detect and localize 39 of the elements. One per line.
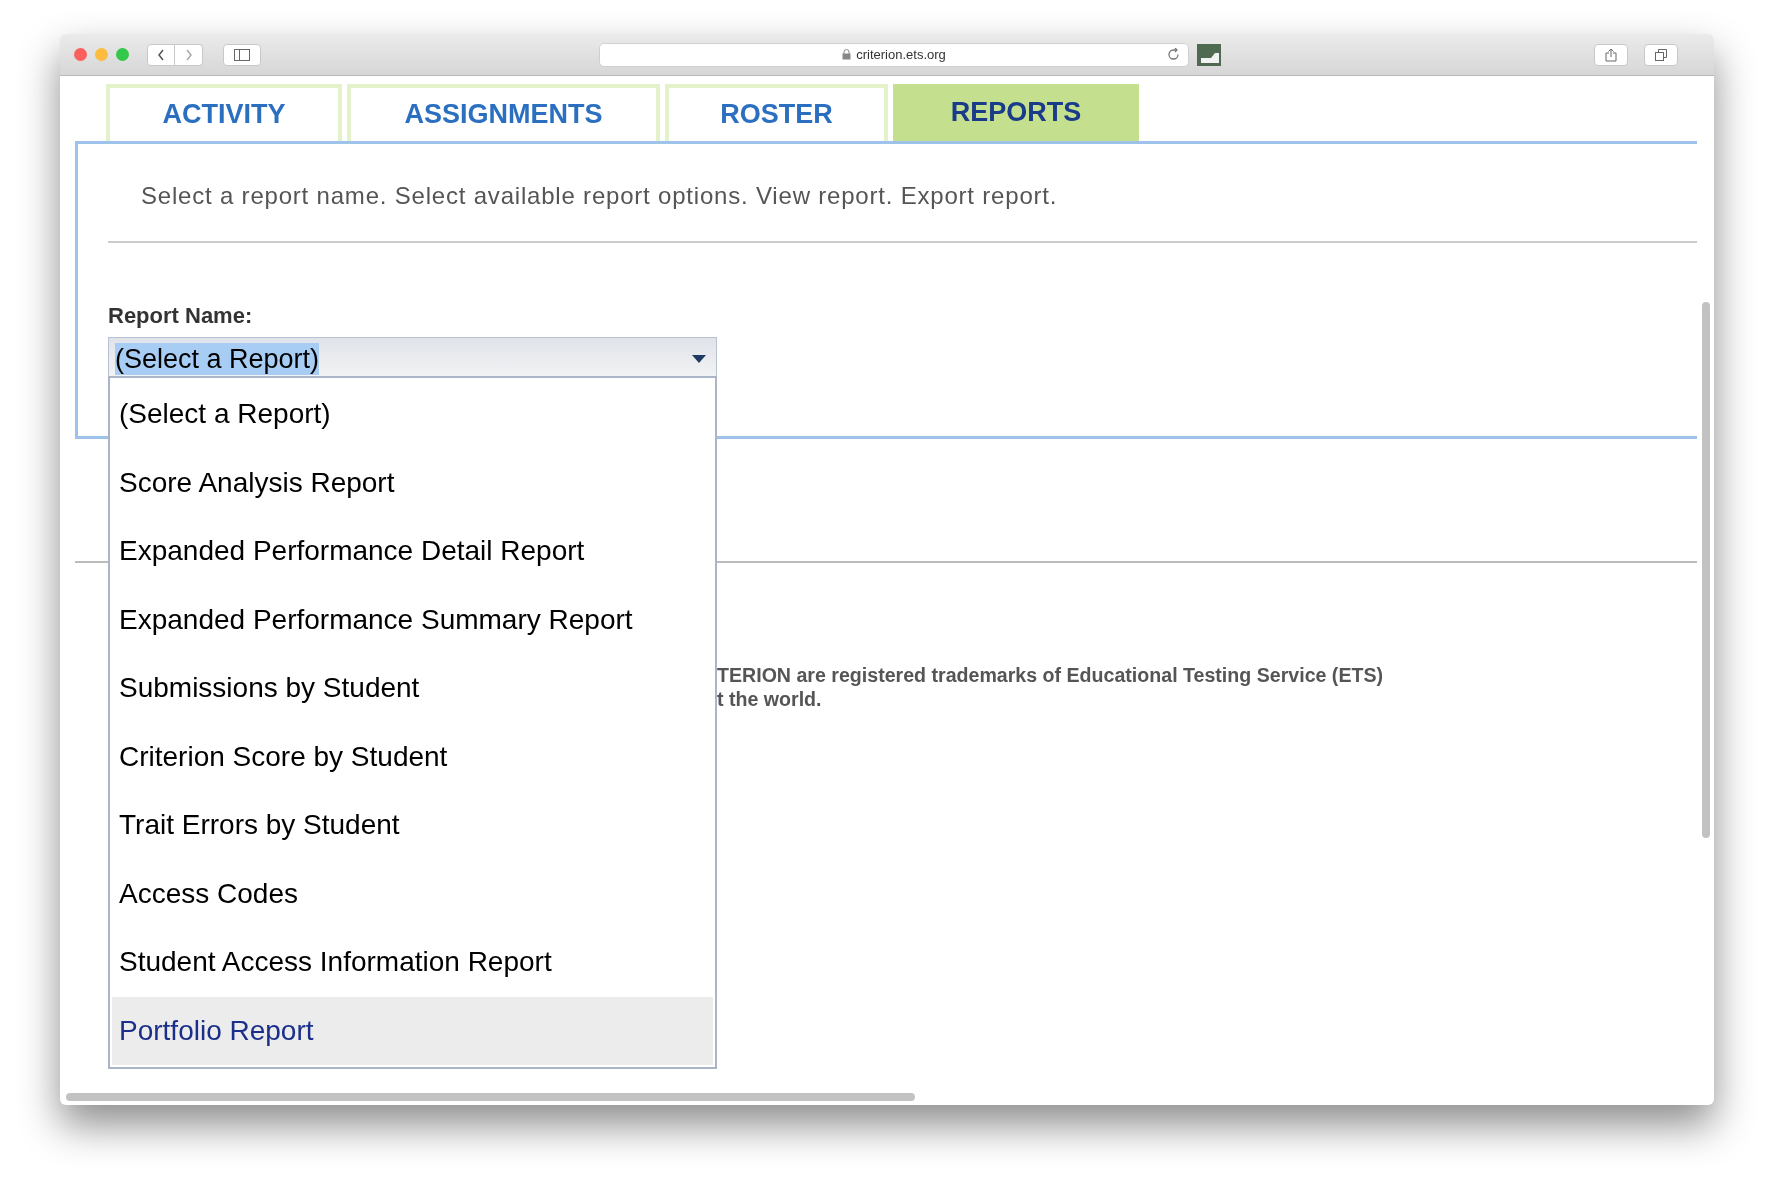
- back-button[interactable]: [147, 43, 175, 66]
- chevron-right-icon: [184, 48, 193, 61]
- nav-tab[interactable]: ROSTER: [665, 84, 888, 141]
- close-icon[interactable]: [74, 48, 87, 61]
- report-option[interactable]: Access Codes: [112, 859, 713, 928]
- dropdown-arrow-icon: [692, 354, 706, 363]
- horizontal-scrollbar[interactable]: [66, 1093, 915, 1101]
- trademark-text: TERION are registered trademarks of Educational Testing Service (ETS): [717, 663, 1384, 687]
- report-option[interactable]: Expanded Performance Detail Report: [112, 517, 713, 586]
- instructions-text: Select a report name. Select available report options. View report. Export report.: [108, 144, 1697, 243]
- report-option[interactable]: Trait Errors by Student: [112, 791, 713, 860]
- report-option[interactable]: Portfolio Report: [112, 996, 713, 1065]
- chevron-left-icon: [157, 48, 165, 61]
- report-option[interactable]: Submissions by Student: [112, 654, 713, 723]
- vertical-scrollbar[interactable]: [1702, 302, 1710, 838]
- overlapping-squares-icon: [1655, 48, 1667, 61]
- nav-tab[interactable]: ASSIGNMENTS: [347, 84, 660, 141]
- sidebar-icon: [234, 48, 250, 61]
- reload-icon[interactable]: [1167, 48, 1180, 61]
- nav-tab[interactable]: REPORTS: [893, 84, 1139, 141]
- share-button[interactable]: [1594, 43, 1628, 66]
- url-text: criterion.ets.org: [856, 45, 946, 64]
- trademark-text: t the world.: [717, 687, 822, 711]
- forward-button[interactable]: [175, 43, 203, 66]
- tabs-button[interactable]: [1644, 43, 1678, 66]
- report-option[interactable]: (Select a Report): [112, 380, 713, 449]
- report-option[interactable]: Criterion Score by Student: [112, 722, 713, 791]
- maximize-icon[interactable]: [116, 48, 129, 61]
- sidebar-button[interactable]: [223, 43, 261, 66]
- share-icon: [1605, 47, 1617, 62]
- report-option[interactable]: Expanded Performance Summary Report: [112, 585, 713, 654]
- report-option[interactable]: Score Analysis Report: [112, 448, 713, 517]
- report-option[interactable]: Student Access Information Report: [112, 928, 713, 997]
- nav-tab[interactable]: ACTIVITY: [106, 84, 342, 141]
- minimize-icon[interactable]: [95, 48, 108, 61]
- address-bar[interactable]: criterion.ets.org: [599, 42, 1189, 67]
- lock-icon: [842, 49, 852, 60]
- report-name-label: Report Name:: [108, 303, 253, 329]
- extension-icon[interactable]: [1197, 43, 1221, 66]
